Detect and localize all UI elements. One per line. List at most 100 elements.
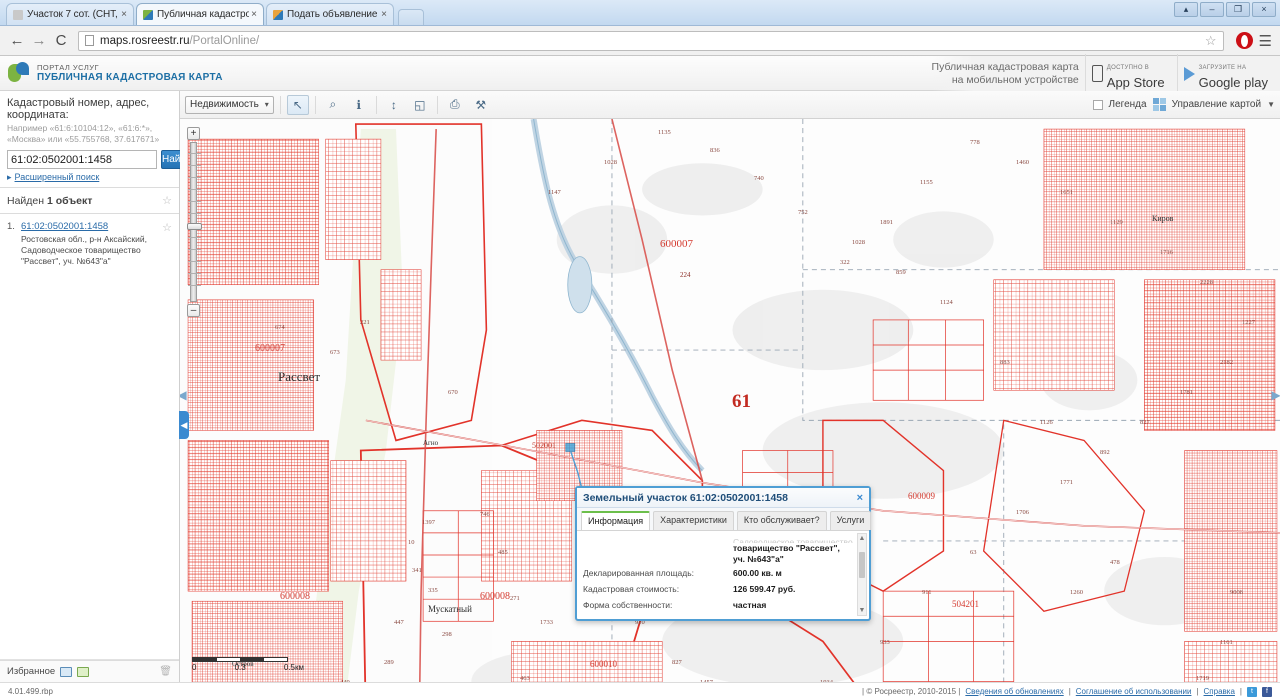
close-icon[interactable]: × [857, 492, 863, 504]
google-play-icon [1183, 66, 1195, 81]
print-tool-icon[interactable]: ⎙ [444, 95, 466, 115]
table-row: Декларированная площадь: 600.00 кв. м [583, 565, 853, 581]
close-icon[interactable]: × [119, 9, 129, 20]
browser-tabbar: Участок 7 сот. (СНТ, ДНП) × Публичная ка… [0, 0, 1280, 26]
tools-tool-icon[interactable]: ⚒ [470, 95, 492, 115]
apple-icon [1091, 65, 1103, 82]
info-tool-icon[interactable]: ℹ [348, 95, 370, 115]
minimize-button[interactable]: – [1200, 2, 1224, 17]
copyright-text: | © Росреестр, 2010-2015 | [862, 687, 961, 696]
scrollbar-thumb[interactable] [859, 552, 865, 578]
select-tool-icon[interactable]: ↖ [286, 94, 309, 115]
chevron-down-icon[interactable]: ▼ [1267, 100, 1275, 109]
popup-scrollbar[interactable]: ▲ ▼ [857, 533, 867, 616]
results-header: Найден 1 объект ☆ [0, 187, 179, 214]
legend-checkbox[interactable] [1092, 99, 1103, 110]
separator: | [1068, 687, 1071, 696]
identify-tool-icon[interactable]: ⌕ [322, 95, 344, 115]
bookmark-star-icon[interactable]: ☆ [1205, 33, 1217, 49]
close-window-button[interactable]: × [1252, 2, 1276, 17]
new-tab-button[interactable] [398, 9, 424, 25]
results-count: 1 объект [46, 194, 93, 207]
layer-select[interactable]: Недвижимость [185, 95, 274, 114]
zoom-slider-thumb[interactable] [187, 223, 202, 230]
tab-harakteristiki[interactable]: Характеристики [653, 511, 734, 530]
maximize-button[interactable]: ❐ [1226, 2, 1250, 17]
search-input[interactable] [7, 150, 157, 169]
facebook-icon[interactable]: f [1262, 686, 1272, 697]
scale-tick: 0.5км [283, 663, 304, 672]
tab-kto-obsluzhivaet[interactable]: Кто обслуживает? [736, 511, 827, 530]
export-favorites-icon[interactable] [77, 666, 90, 677]
sidebar-spacer [0, 271, 179, 660]
map-canvas[interactable]: 600007 224 61 600008 600008 600007 60000… [180, 119, 1280, 682]
scroll-up-icon[interactable]: ▲ [858, 534, 866, 543]
search-title: Кадастровый номер, адрес, координата: [7, 97, 150, 121]
row-value: 25.01.2006 [733, 615, 776, 618]
pan-right-icon[interactable]: ▶ [1268, 387, 1280, 403]
appstore-badge[interactable]: Доступно в App Store [1084, 53, 1171, 94]
popup-title: Земельный участок 61:02:0502001:1458 [583, 491, 788, 504]
left-sidebar: Кадастровый номер, адрес, координата: На… [0, 91, 192, 682]
toolbar-right-group: Легенда Управление картой ▼ [1092, 98, 1275, 111]
close-icon[interactable]: × [249, 9, 259, 20]
content-row: Кадастровый номер, адрес, координата: На… [0, 91, 1280, 682]
map-manage-icon[interactable] [1152, 98, 1166, 111]
measure-length-tool-icon[interactable]: ↕ [383, 95, 405, 115]
help-link[interactable]: Справка [1204, 687, 1235, 696]
row-key: Декларированная площадь: [583, 568, 694, 578]
measure-area-tool-icon[interactable]: ◱ [409, 95, 431, 115]
back-icon[interactable]: ← [6, 32, 28, 49]
app-version: 4.01.499.rbp [8, 687, 53, 696]
row-key: Форма собственности: [583, 600, 673, 610]
address-bar[interactable]: maps.rosreestr.ru /PortalOnline/ ☆ [78, 30, 1224, 51]
updates-link[interactable]: Сведения об обновлениях [965, 687, 1063, 696]
result-cadastral-link[interactable]: 61:02:0502001:1458 [21, 221, 162, 232]
appstore-sub: Доступно в [1106, 64, 1150, 71]
favorite-star-icon[interactable]: ☆ [162, 194, 172, 207]
map-manage-label: Управление картой [1171, 99, 1262, 110]
browser-tab-2[interactable]: Публичная кадастровая к × [136, 3, 264, 25]
close-icon[interactable]: × [379, 9, 389, 20]
browser-tab-1[interactable]: Участок 7 сот. (СНТ, ДНП) × [6, 3, 134, 25]
list-item[interactable]: 1. 61:02:0502001:1458 Ростовская обл., р… [0, 214, 179, 271]
tab-favicon [273, 9, 283, 20]
row-value: частная [733, 600, 767, 610]
table-row: Форма собственности: частная [583, 597, 853, 613]
scroll-down-icon[interactable]: ▼ [858, 606, 866, 615]
opera-menu-icon[interactable] [1235, 32, 1253, 49]
zoom-slider-track[interactable] [187, 142, 202, 302]
zoom-out-button[interactable]: – [187, 304, 200, 317]
tab-label: Подать объявление — Объ [287, 9, 379, 20]
tab-informaciya[interactable]: Информация [581, 511, 651, 530]
tab-uslugi[interactable]: Услуги [829, 511, 872, 530]
googleplay-badge[interactable]: ЗАГРУЗИТЕ НА Google play [1176, 53, 1274, 94]
gplay-sub: ЗАГРУЗИТЕ НА [1198, 64, 1247, 71]
scale-tick: 0.3 [234, 663, 246, 672]
account-icon[interactable]: ▴ [1174, 2, 1198, 17]
zoom-control[interactable]: + – [186, 127, 202, 317]
delete-favorites-icon[interactable]: 🗑 [159, 666, 172, 677]
table-row: Дата постановки на учет: 25.01.2006 [583, 613, 853, 618]
hamburger-menu-icon[interactable]: ☰ [1259, 32, 1272, 50]
browser-tab-3[interactable]: Подать объявление — Объ × [266, 3, 394, 25]
page-icon [85, 35, 94, 46]
reload-icon[interactable]: C [50, 32, 72, 49]
pan-left-icon[interactable]: ◀ [180, 387, 190, 403]
scale-bar: 0 0.3 0.5км [192, 657, 304, 672]
scale-tick: 0 [192, 663, 197, 672]
site-logo[interactable]: ПОРТАЛ УСЛУГ ПУБЛИЧНАЯ КАДАСТРОВАЯ КАРТА [0, 62, 223, 84]
favorite-star-icon[interactable]: ☆ [162, 221, 172, 267]
forward-icon[interactable]: → [28, 32, 50, 49]
advanced-search-link[interactable]: Расширенный поиск [7, 172, 172, 183]
import-favorites-icon[interactable] [60, 666, 73, 677]
appstore-name: App Store [1106, 74, 1165, 90]
logo-line1: ПОРТАЛ УСЛУГ [37, 63, 100, 72]
window-controls: ▴ – ❐ × [1174, 2, 1276, 17]
sidebar-collapse-handle[interactable]: ◀ [179, 411, 189, 439]
zoom-in-button[interactable]: + [187, 127, 200, 140]
twitter-icon[interactable]: t [1247, 686, 1257, 697]
parcel-info-popup[interactable]: Земельный участок 61:02:0502001:1458 × И… [575, 486, 872, 621]
terms-link[interactable]: Соглашение об использовании [1076, 687, 1192, 696]
row-value: 126 599.47 руб. [733, 584, 796, 594]
